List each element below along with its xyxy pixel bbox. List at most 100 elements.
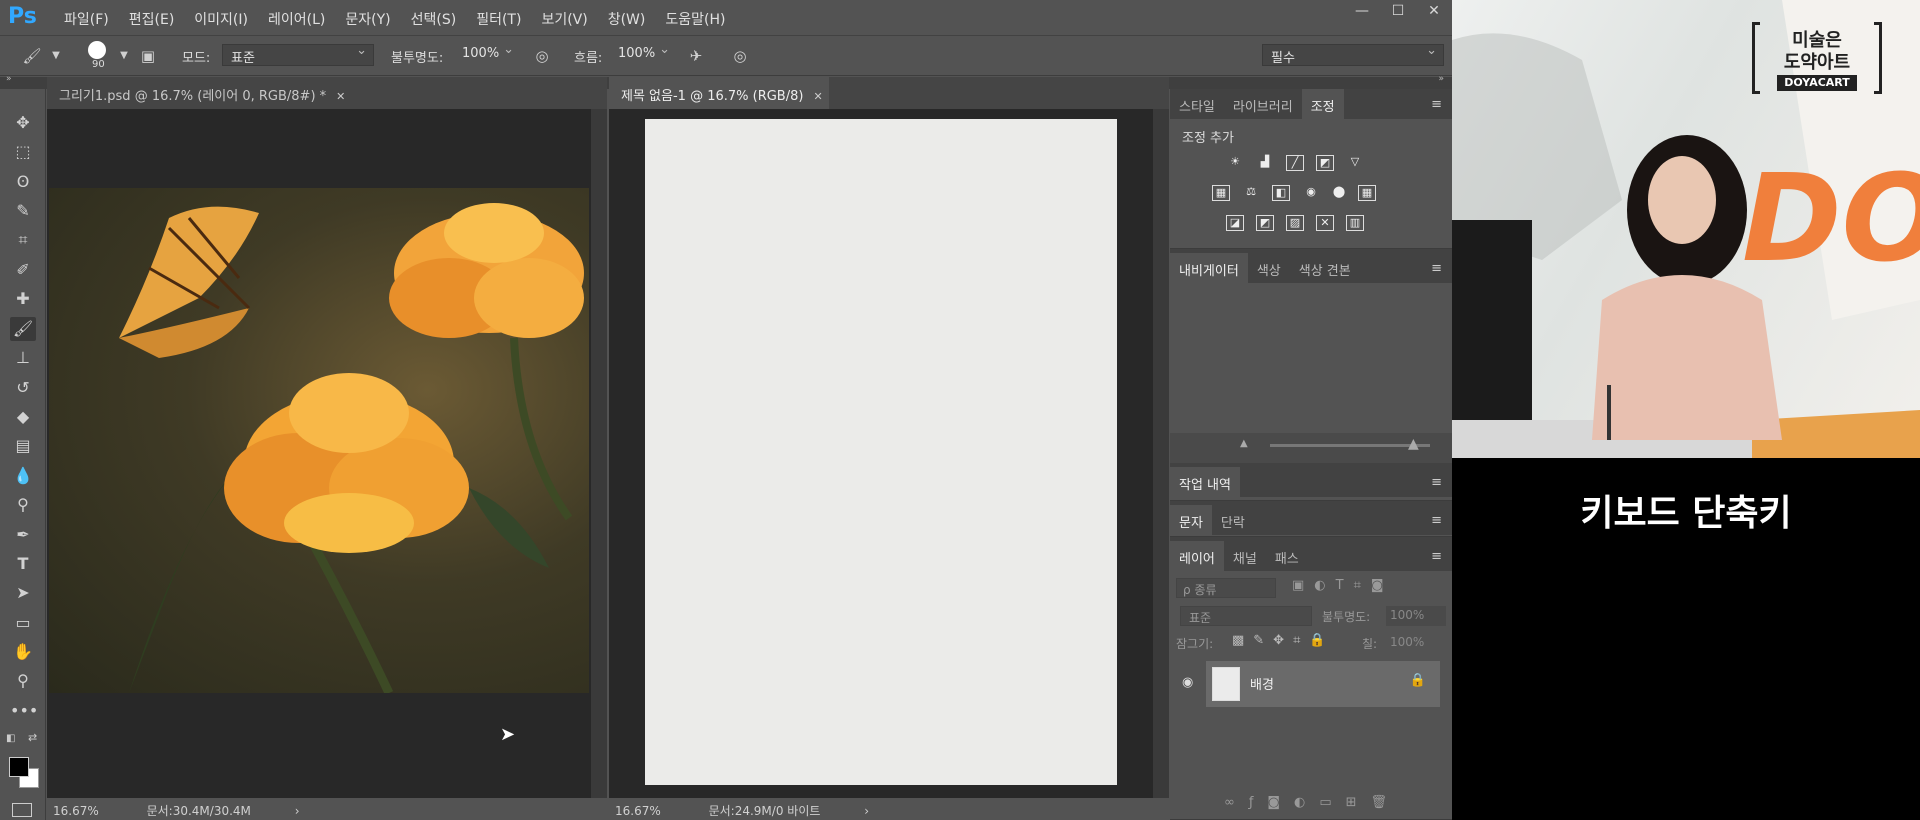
tab-paragraph[interactable]: 단락 (1212, 505, 1254, 535)
more-tools-icon[interactable]: ••• (10, 699, 38, 723)
minimize-button[interactable]: — (1344, 0, 1380, 24)
default-colors-icon[interactable]: ◧ (6, 733, 15, 744)
butterfly-flower-photo[interactable] (49, 188, 589, 693)
zoom-in-icon[interactable]: ▲ (1408, 436, 1419, 452)
path-select-tool-icon[interactable]: ➤ (10, 581, 36, 605)
canvas-area-2[interactable] (609, 109, 1169, 798)
panel-menu-icon[interactable]: ≡ (1431, 475, 1442, 490)
vertical-scrollbar[interactable] (591, 109, 607, 798)
tab-navigator[interactable]: 내비게이터 (1170, 253, 1248, 283)
pen-tool-icon[interactable]: ✒ (10, 523, 36, 547)
blank-canvas[interactable] (645, 119, 1117, 785)
brightness-icon[interactable]: ☀ (1226, 155, 1244, 171)
airbrush-icon[interactable]: ✈ (686, 46, 706, 66)
layer-filter-icons[interactable]: ▣◐T⌗◙ (1292, 578, 1394, 593)
exposure-icon[interactable]: ◩ (1316, 155, 1334, 171)
selective-color-icon[interactable]: ✕ (1316, 215, 1334, 231)
panel-menu-icon[interactable]: ≡ (1431, 97, 1442, 112)
flow-field[interactable]: 100% (610, 42, 676, 66)
panel-menu-icon[interactable]: ≡ (1431, 513, 1442, 528)
quick-mask-icon[interactable] (12, 803, 32, 817)
menu-help[interactable]: 도움말(H) (655, 9, 735, 29)
layer-opacity-field[interactable]: 100% (1386, 606, 1446, 626)
hand-tool-icon[interactable]: ✋ (10, 640, 36, 664)
double-chevron-icon[interactable]: » (6, 74, 12, 84)
color-lookup-icon[interactable]: ▦ (1358, 185, 1376, 201)
hue-saturation-icon[interactable]: ▦ (1212, 185, 1230, 201)
lasso-tool-icon[interactable]: ʘ (10, 170, 36, 194)
menu-edit[interactable]: 편집(E) (119, 9, 185, 29)
menu-window[interactable]: 창(W) (598, 9, 656, 29)
close-button[interactable]: ✕ (1416, 0, 1452, 24)
fill-field[interactable]: 100% (1386, 633, 1446, 653)
chevron-down-icon[interactable]: ▼ (46, 46, 66, 66)
blend-mode-dropdown[interactable]: 표준 (1180, 606, 1312, 626)
opacity-field[interactable]: 100% (454, 42, 520, 66)
double-chevron-icon[interactable]: » (1438, 74, 1444, 84)
tab-color[interactable]: 색상 (1248, 253, 1290, 283)
menu-select[interactable]: 선택(S) (401, 9, 467, 29)
menu-image[interactable]: 이미지(I) (184, 9, 258, 29)
lock-icons[interactable]: ▩✎✥⌗🔒 (1232, 633, 1335, 648)
document-tab-1[interactable]: 그리기1.psd @ 16.7% (레이어 0, RGB/8#) * ✕ (47, 77, 607, 109)
vibrance-icon[interactable]: ▽ (1346, 155, 1364, 171)
marquee-tool-icon[interactable]: ⬚ (10, 140, 36, 164)
tab-character[interactable]: 문자 (1170, 505, 1212, 535)
lock-icon[interactable]: 🔒 (1410, 673, 1426, 688)
maximize-button[interactable]: ☐ (1380, 0, 1416, 24)
healing-brush-tool-icon[interactable]: ✚ (10, 287, 36, 311)
photo-filter-icon[interactable]: ◉ (1302, 185, 1320, 201)
tab-libraries[interactable]: 라이브러리 (1224, 89, 1302, 119)
navigator-zoom-slider[interactable] (1270, 444, 1430, 447)
foreground-color-swatch[interactable] (9, 757, 29, 777)
tab-history[interactable]: 작업 내역 (1170, 467, 1240, 497)
tab-channels[interactable]: 채널 (1224, 541, 1266, 571)
panel-menu-icon[interactable]: ≡ (1431, 549, 1442, 564)
chevron-down-icon[interactable]: ▼ (114, 46, 134, 66)
crop-tool-icon[interactable]: ⌗ (10, 228, 36, 252)
channel-mixer-icon[interactable]: ⬤ (1330, 185, 1348, 201)
mode-dropdown[interactable]: 표준 (222, 43, 374, 66)
vertical-scrollbar[interactable] (1153, 109, 1169, 798)
stamp-tool-icon[interactable]: ⊥ (10, 346, 36, 370)
brush-preset-icon[interactable]: 🖌 (22, 46, 42, 66)
workspace-dropdown[interactable]: 필수 (1262, 43, 1444, 66)
blur-tool-icon[interactable]: 💧 (10, 464, 36, 488)
layer-row[interactable]: 배경 🔒 (1206, 661, 1440, 707)
levels-icon[interactable]: ▟ (1256, 155, 1274, 171)
history-brush-tool-icon[interactable]: ↺ (10, 376, 36, 400)
pressure-opacity-icon[interactable]: ◎ (532, 46, 552, 66)
pressure-size-icon[interactable]: ◎ (730, 46, 750, 66)
panel-menu-icon[interactable]: ≡ (1431, 261, 1442, 276)
zoom-out-icon[interactable]: ▲ (1240, 438, 1248, 449)
swap-colors-icon[interactable]: ⇄ (28, 731, 37, 744)
chevron-right-icon[interactable]: › (864, 804, 869, 818)
zoom-tool-icon[interactable]: ⚲ (10, 669, 36, 693)
tab-layers[interactable]: 레이어 (1170, 541, 1224, 571)
tab-styles[interactable]: 스타일 (1170, 89, 1224, 119)
rectangle-tool-icon[interactable]: ▭ (10, 611, 36, 635)
canvas-area-1[interactable] (47, 109, 607, 798)
invert-icon[interactable]: ◪ (1226, 215, 1244, 231)
eraser-tool-icon[interactable]: ◆ (10, 405, 36, 429)
gradient-map-icon[interactable]: ▥ (1346, 215, 1364, 231)
layer-name[interactable]: 배경 (1250, 674, 1274, 693)
brush-tool-icon[interactable]: 🖌 (10, 317, 36, 341)
menu-layer[interactable]: 레이어(L) (258, 9, 335, 29)
brush-panel-icon[interactable]: ▣ (138, 46, 158, 66)
layer-action-icons[interactable]: ∞ƒ◙◐▭⊞🗑 (1224, 795, 1401, 810)
tab-paths[interactable]: 패스 (1266, 541, 1308, 571)
color-balance-icon[interactable]: ⚖ (1242, 185, 1260, 201)
close-icon[interactable]: ✕ (813, 90, 822, 103)
tab-adjustments[interactable]: 조정 (1301, 89, 1344, 119)
quick-select-tool-icon[interactable]: ✎ (10, 199, 36, 223)
posterize-icon[interactable]: ◩ (1256, 215, 1274, 231)
eye-icon[interactable]: ◉ (1182, 675, 1193, 690)
menu-file[interactable]: 파일(F) (54, 9, 119, 29)
document-tab-2[interactable]: 제목 없음-1 @ 16.7% (RGB/8) ✕ (609, 77, 829, 109)
threshold-icon[interactable]: ▨ (1286, 215, 1304, 231)
chevron-right-icon[interactable]: › (295, 804, 300, 818)
close-icon[interactable]: ✕ (336, 90, 345, 103)
move-tool-icon[interactable]: ✥ (10, 111, 36, 135)
brush-tip-icon[interactable] (88, 41, 106, 59)
